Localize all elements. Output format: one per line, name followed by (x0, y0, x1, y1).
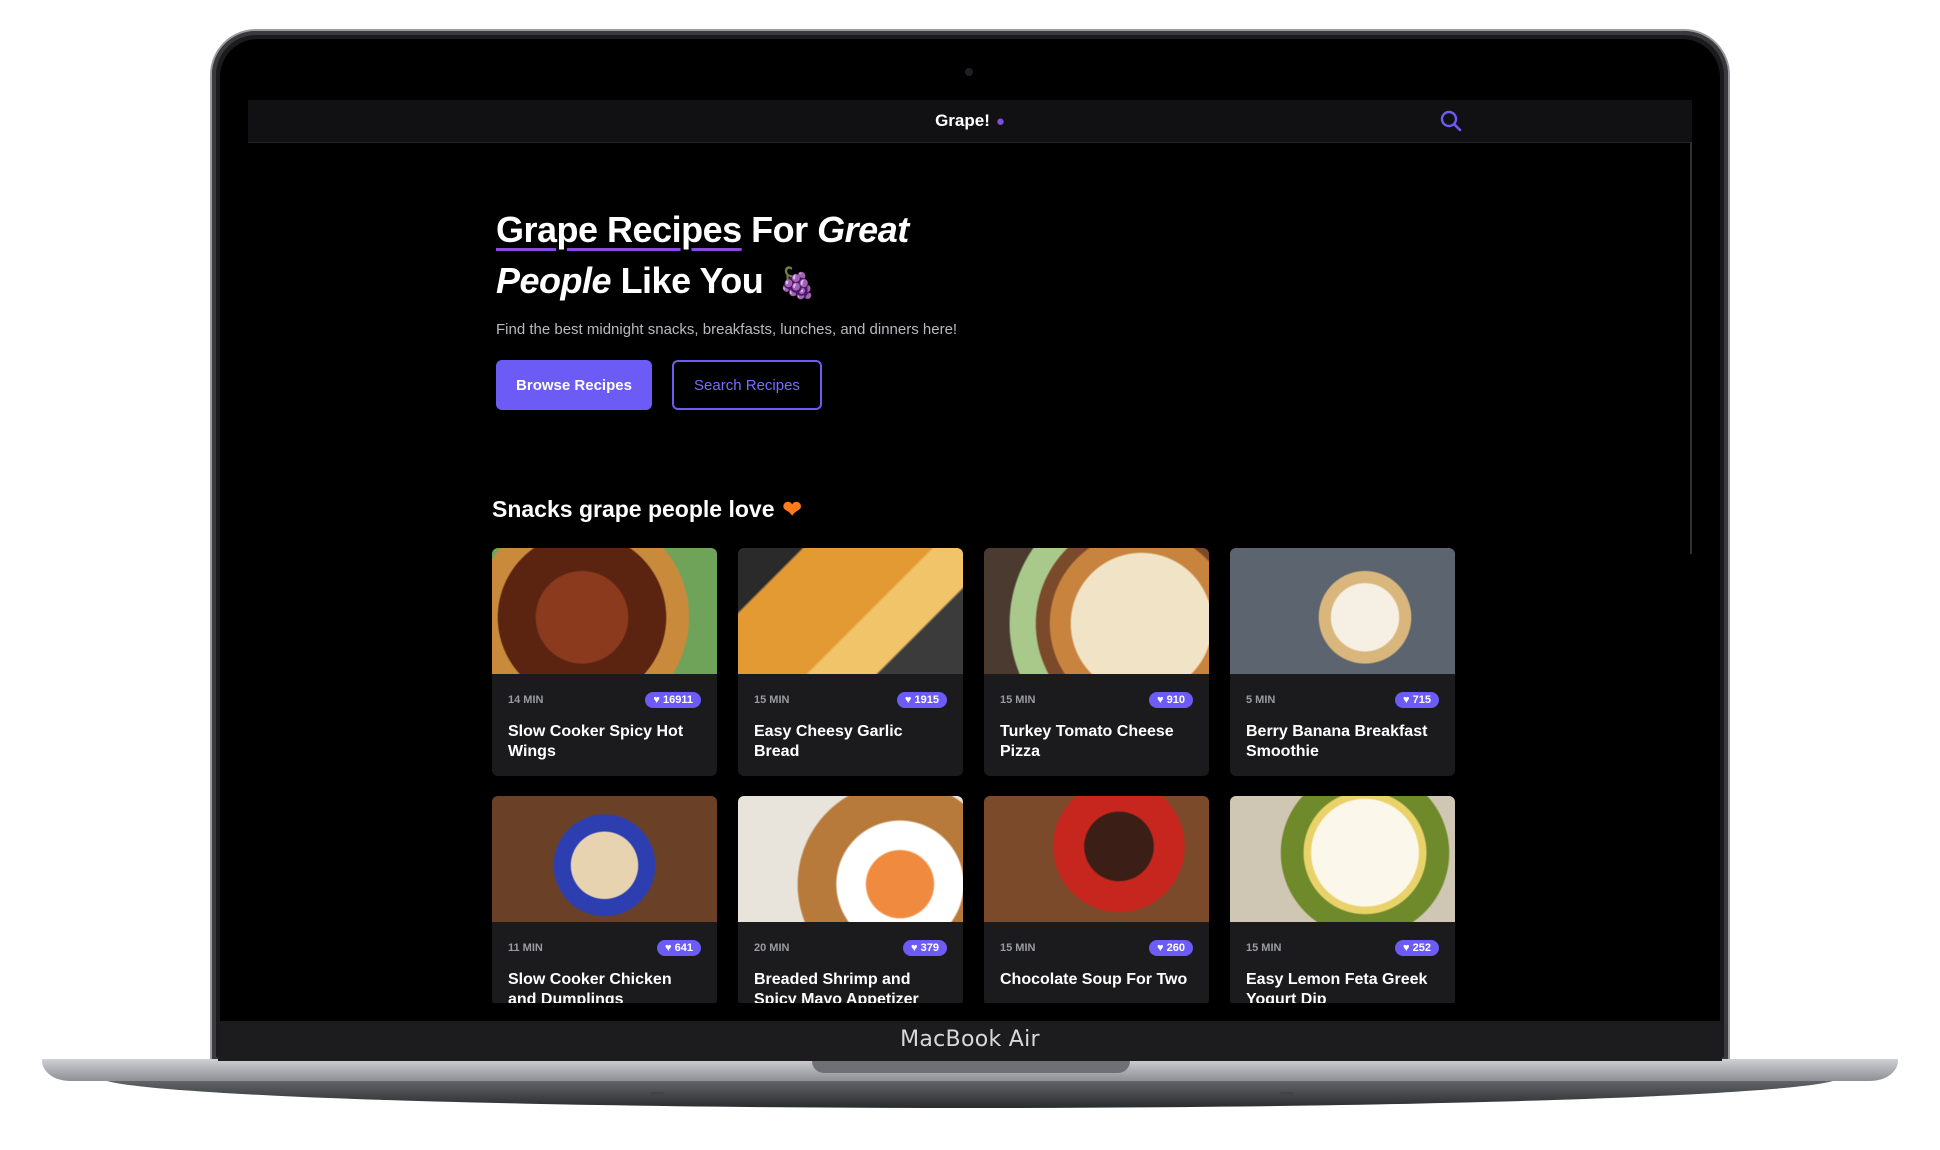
likes-count: 260 (1166, 942, 1185, 954)
recipe-card[interactable]: 15 MIN ♥ 260 Chocolate Soup For Two (984, 796, 1209, 1003)
search-recipes-button[interactable]: Search Recipes (672, 360, 822, 410)
recipe-image (984, 796, 1209, 922)
recipe-title: Easy Cheesy Garlic Bread (754, 723, 903, 760)
laptop-notch (812, 1059, 1130, 1073)
hero-subtitle: Find the best midnight snacks, breakfast… (496, 321, 958, 338)
brand-name: Grape! (935, 111, 990, 130)
likes-count: 715 (1412, 694, 1431, 706)
recipe-image (492, 796, 717, 922)
top-nav: Grape! ● (248, 100, 1692, 143)
recipe-card[interactable]: 15 MIN ♥ 252 Easy Lemon Feta Greek Yogurt… (1230, 796, 1455, 1003)
browse-recipes-button[interactable]: Browse Recipes (496, 360, 652, 410)
recipe-time: 20 MIN (754, 942, 790, 954)
likes-badge: ♥ 252 (1395, 940, 1439, 956)
section-title: Snacks grape people love ❤ (492, 496, 802, 523)
likes-badge: ♥ 260 (1149, 940, 1193, 956)
likes-badge: ♥ 379 (903, 940, 947, 956)
likes-badge: ♥ 16911 (645, 692, 701, 708)
recipe-title: Chocolate Soup For Two (1000, 971, 1188, 988)
app-screen: Grape! ● Grape Recipes For Great People L… (248, 100, 1692, 1003)
grape-icon: ● (995, 113, 1005, 130)
recipe-card[interactable]: 15 MIN ♥ 910 Turkey Tomato Cheese Pizza (984, 548, 1209, 776)
likes-badge: ♥ 715 (1395, 692, 1439, 708)
hero-title-great: Great (817, 209, 909, 250)
hero-title-like-you: Like You (620, 260, 764, 301)
recipe-time: 11 MIN (508, 942, 543, 954)
recipe-time: 15 MIN (754, 694, 790, 706)
recipe-time: 5 MIN (1246, 694, 1276, 706)
recipe-card[interactable]: 11 MIN ♥ 641 Slow Cooker Chicken and Dump… (492, 796, 717, 1003)
recipe-time: 15 MIN (1000, 942, 1036, 954)
scrollbar[interactable] (1690, 142, 1692, 554)
recipe-card[interactable]: 14 MIN ♥ 16911 Slow Cooker Spicy Hot Wing… (492, 548, 717, 776)
hero-section: Grape Recipes For Great People Like You … (496, 204, 1256, 338)
hero-title-link[interactable]: Grape Recipes (496, 209, 742, 250)
brand-logo[interactable]: Grape! ● (248, 111, 1692, 131)
recipe-image (492, 548, 717, 674)
recipe-card[interactable]: 5 MIN ♥ 715 Berry Banana Breakfast Smooth… (1230, 548, 1455, 776)
recipe-image (1230, 548, 1455, 674)
laptop-chin: MacBook Air (218, 1021, 1722, 1061)
grape-icon: 🍇 (778, 267, 816, 300)
likes-count: 252 (1412, 942, 1431, 954)
hero-title-people: People (496, 260, 612, 301)
laptop-foot (650, 1092, 664, 1096)
laptop-foot (1280, 1092, 1294, 1096)
device-label: MacBook Air (900, 1027, 1040, 1052)
likes-count: 641 (674, 942, 693, 954)
recipe-time: 15 MIN (1246, 942, 1282, 954)
recipe-card[interactable]: 20 MIN ♥ 379 Breaded Shrimp and Spicy May… (738, 796, 963, 1003)
likes-badge: ♥ 910 (1149, 692, 1193, 708)
likes-badge: ♥ 641 (657, 940, 701, 956)
recipe-image (738, 796, 963, 922)
likes-count: 910 (1166, 694, 1185, 706)
hero-title: Grape Recipes For Great People Like You … (496, 204, 1256, 309)
recipe-image (738, 548, 963, 674)
camera-icon (965, 68, 973, 76)
hero-title-for: For (751, 209, 808, 250)
recipe-title: Breaded Shrimp and Spicy Mayo Appetizer (754, 971, 919, 1003)
recipe-card[interactable]: 15 MIN ♥ 1915 Easy Cheesy Garlic Bread (738, 548, 963, 776)
recipe-time: 15 MIN (1000, 694, 1036, 706)
recipe-title: Slow Cooker Spicy Hot Wings (508, 723, 684, 760)
likes-count: 1915 (914, 694, 939, 706)
recipe-title: Slow Cooker Chicken and Dumplings (508, 971, 672, 1003)
likes-count: 16911 (663, 694, 693, 706)
recipe-image (984, 548, 1209, 674)
search-icon[interactable] (1438, 108, 1464, 134)
recipe-title: Berry Banana Breakfast Smoothie (1246, 723, 1428, 760)
recipe-time: 14 MIN (508, 694, 544, 706)
likes-count: 379 (920, 942, 939, 954)
recipe-image (1230, 796, 1455, 922)
recipe-title: Easy Lemon Feta Greek Yogurt Dip (1246, 971, 1428, 1003)
section-title-text: Snacks grape people love (492, 496, 775, 522)
recipe-title: Turkey Tomato Cheese Pizza (1000, 723, 1174, 760)
heart-icon: ❤ (782, 496, 802, 522)
likes-badge: ♥ 1915 (896, 692, 947, 708)
